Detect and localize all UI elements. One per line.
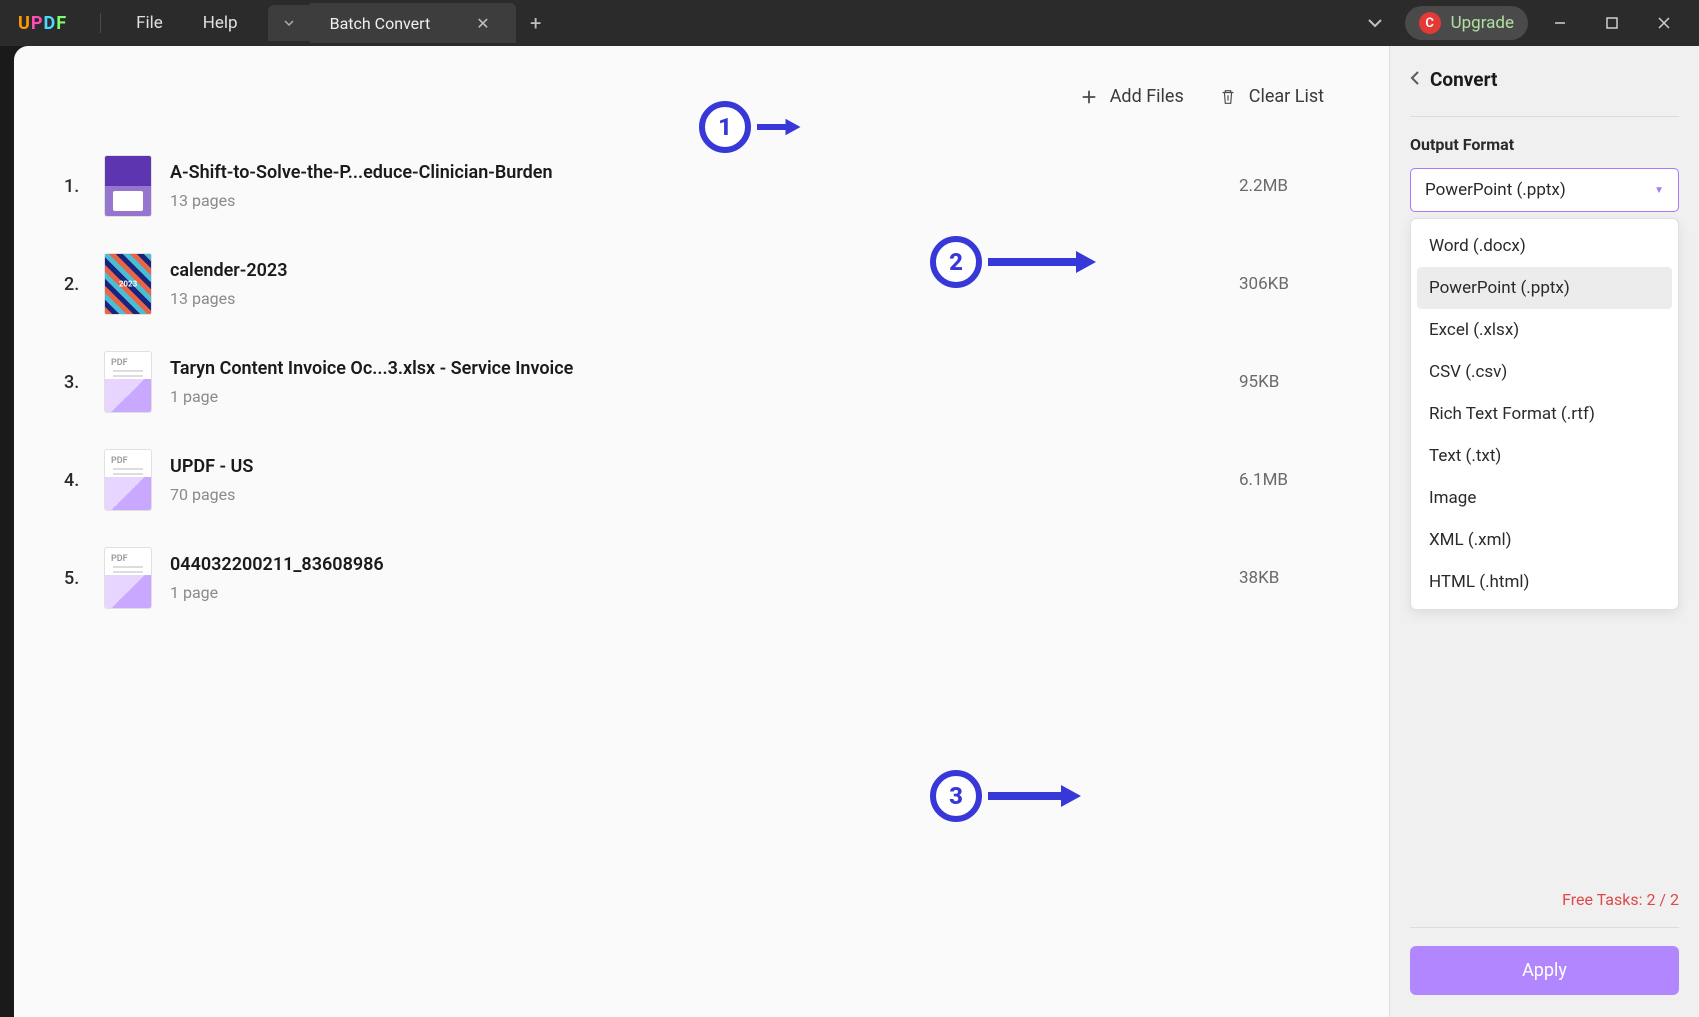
dropdown-option[interactable]: Rich Text Format (.rtf) xyxy=(1417,393,1672,435)
file-number: 4. xyxy=(64,470,104,491)
file-thumb: 2023 xyxy=(104,253,152,315)
file-row[interactable]: 1. A-Shift-to-Solve-the-P...educe-Clinici… xyxy=(64,137,1339,235)
output-format-dropdown: Word (.docx)PowerPoint (.pptx)Excel (.xl… xyxy=(1410,218,1679,610)
user-avatar: C xyxy=(1419,12,1441,34)
dropdown-option[interactable]: Text (.txt) xyxy=(1417,435,1672,477)
divider xyxy=(1410,116,1679,117)
app-body: Add Files Clear List 1. A-Shift-to-Solve-… xyxy=(14,46,1699,1017)
chevron-down-icon xyxy=(1367,17,1383,29)
file-name: calender-2023 xyxy=(170,260,1239,281)
file-pages: 1 page xyxy=(170,583,1239,602)
file-row[interactable]: 5. 044032200211_83608986 1 page38KB xyxy=(64,529,1339,627)
dropdown-option[interactable]: Word (.docx) xyxy=(1417,225,1672,267)
close-button[interactable] xyxy=(1644,3,1684,43)
file-list: 1. A-Shift-to-Solve-the-P...educe-Clinici… xyxy=(64,137,1339,627)
minimize-button[interactable] xyxy=(1540,3,1580,43)
file-pages: 70 pages xyxy=(170,485,1239,504)
titlebar: UPDF File Help Batch Convert ✕ + C Upgra… xyxy=(0,0,1699,46)
window-right-controls: C Upgrade xyxy=(1357,3,1699,43)
dropdown-option[interactable]: PowerPoint (.pptx) xyxy=(1417,267,1672,309)
file-row[interactable]: 2.2023 calender-2023 13 pages306KB xyxy=(64,235,1339,333)
file-row[interactable]: 3. Taryn Content Invoice Oc...3.xlsx - Se… xyxy=(64,333,1339,431)
main-panel: Add Files Clear List 1. A-Shift-to-Solve-… xyxy=(14,46,1389,1017)
file-size: 2.2MB xyxy=(1239,176,1339,196)
tab-batch-convert[interactable]: Batch Convert ✕ xyxy=(310,3,516,43)
output-format-label: Output Format xyxy=(1410,135,1679,154)
trash-icon xyxy=(1219,88,1237,106)
close-icon xyxy=(1657,16,1671,30)
apply-button[interactable]: Apply xyxy=(1410,946,1679,995)
dropdown-option[interactable]: Image xyxy=(1417,477,1672,519)
free-tasks-label: Free Tasks: 2 / 2 xyxy=(1410,880,1679,927)
menu-file[interactable]: File xyxy=(116,13,183,33)
divider xyxy=(100,13,101,33)
caret-down-icon xyxy=(284,19,294,27)
maximize-button[interactable] xyxy=(1592,3,1632,43)
file-row[interactable]: 4. UPDF - US 70 pages6.1MB xyxy=(64,431,1339,529)
file-info: UPDF - US 70 pages xyxy=(170,456,1239,504)
plus-icon xyxy=(1080,88,1098,106)
clear-list-label: Clear List xyxy=(1249,86,1324,107)
logo-area: UPDF xyxy=(0,13,85,34)
dropdown-option[interactable]: Excel (.xlsx) xyxy=(1417,309,1672,351)
file-name: UPDF - US xyxy=(170,456,1239,477)
add-files-button[interactable]: Add Files xyxy=(1080,86,1184,107)
maximize-icon xyxy=(1605,16,1619,30)
file-number: 1. xyxy=(64,176,104,197)
file-info: 044032200211_83608986 1 page xyxy=(170,554,1239,602)
file-toolbar: Add Files Clear List xyxy=(64,86,1339,107)
dropdown-option[interactable]: CSV (.csv) xyxy=(1417,351,1672,393)
file-number: 3. xyxy=(64,372,104,393)
more-dropdown[interactable] xyxy=(1357,8,1393,39)
upgrade-button[interactable]: C Upgrade xyxy=(1405,6,1528,40)
app-logo[interactable]: UPDF xyxy=(18,13,67,34)
file-name: 044032200211_83608986 xyxy=(170,554,1239,575)
file-info: calender-2023 13 pages xyxy=(170,260,1239,308)
dropdown-option[interactable]: HTML (.html) xyxy=(1417,561,1672,603)
file-size: 6.1MB xyxy=(1239,470,1339,490)
file-size: 38KB xyxy=(1239,568,1339,588)
divider xyxy=(1410,927,1679,928)
chevron-left-icon xyxy=(1410,70,1420,86)
file-name: Taryn Content Invoice Oc...3.xlsx - Serv… xyxy=(170,358,1239,379)
dropdown-option[interactable]: XML (.xml) xyxy=(1417,519,1672,561)
minimize-icon xyxy=(1553,16,1567,30)
upgrade-label: Upgrade xyxy=(1451,13,1514,33)
selected-format: PowerPoint (.pptx) xyxy=(1425,180,1566,200)
file-number: 2. xyxy=(64,274,104,295)
file-thumb-pdf-icon xyxy=(104,449,152,511)
tab-list-dropdown[interactable] xyxy=(268,5,310,41)
file-name: A-Shift-to-Solve-the-P...educe-Clinician… xyxy=(170,162,1239,183)
file-info: A-Shift-to-Solve-the-P...educe-Clinician… xyxy=(170,162,1239,210)
add-files-label: Add Files xyxy=(1110,86,1184,107)
file-info: Taryn Content Invoice Oc...3.xlsx - Serv… xyxy=(170,358,1239,406)
back-button[interactable] xyxy=(1410,70,1420,90)
file-pages: 13 pages xyxy=(170,191,1239,210)
caret-down-icon: ▼ xyxy=(1654,185,1664,196)
output-format-select[interactable]: PowerPoint (.pptx) ▼ xyxy=(1410,168,1679,212)
file-thumb xyxy=(104,155,152,217)
file-number: 5. xyxy=(64,568,104,589)
file-size: 306KB xyxy=(1239,274,1339,294)
clear-list-button[interactable]: Clear List xyxy=(1219,86,1324,107)
file-size: 95KB xyxy=(1239,372,1339,392)
tabs-area: Batch Convert ✕ + xyxy=(268,3,556,43)
new-tab-button[interactable]: + xyxy=(516,3,556,43)
panel-title: Convert xyxy=(1430,68,1497,91)
file-pages: 1 page xyxy=(170,387,1239,406)
menu-help[interactable]: Help xyxy=(183,13,258,33)
convert-panel: Convert Output Format PowerPoint (.pptx)… xyxy=(1389,46,1699,1017)
tab-title: Batch Convert xyxy=(330,14,431,33)
tab-close-button[interactable]: ✕ xyxy=(470,12,495,35)
file-pages: 13 pages xyxy=(170,289,1239,308)
panel-header: Convert xyxy=(1410,68,1679,91)
file-thumb-pdf-icon xyxy=(104,547,152,609)
file-thumb-pdf-icon xyxy=(104,351,152,413)
